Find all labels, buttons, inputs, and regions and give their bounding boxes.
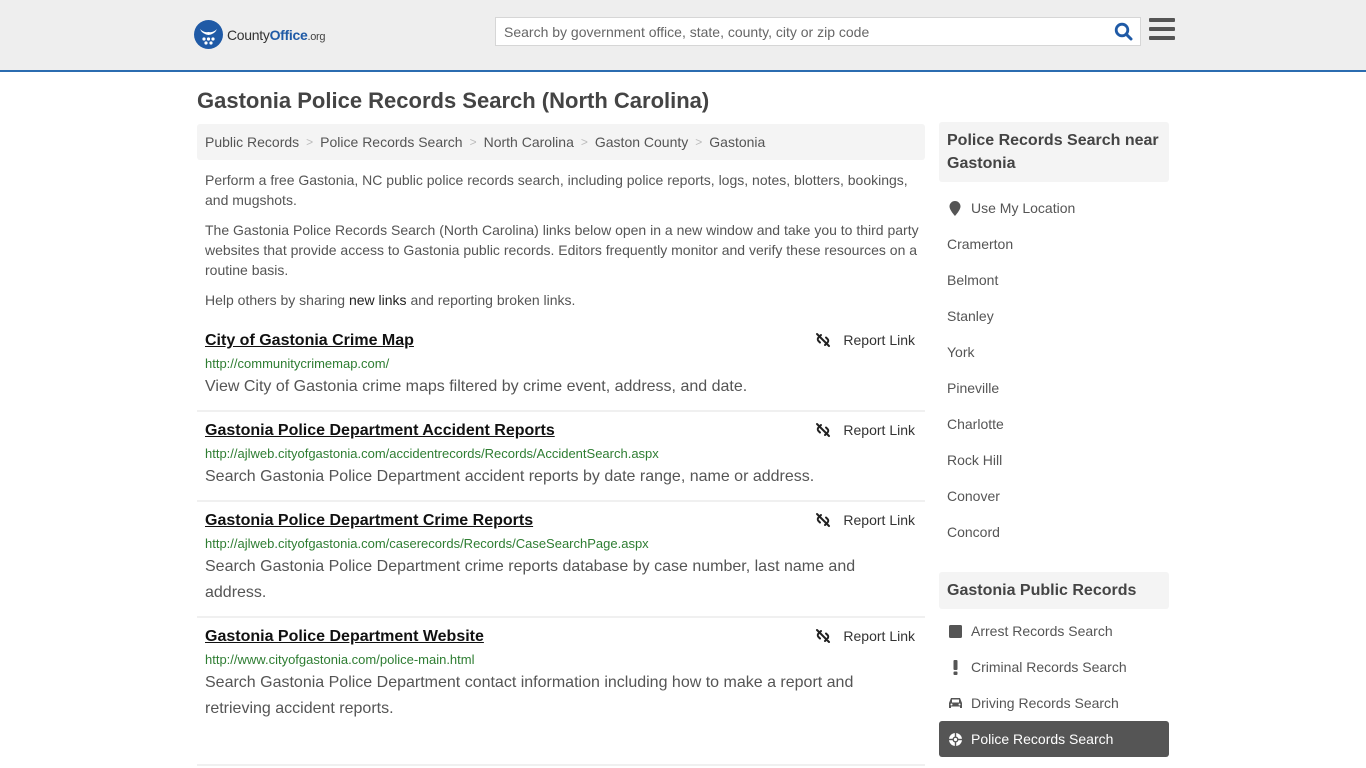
- city-link-rock-hill[interactable]: Rock Hill: [947, 452, 1002, 468]
- result-description: Search Gastonia Police Department accide…: [205, 468, 815, 485]
- report-link-button[interactable]: Report Link: [815, 628, 915, 644]
- broken-link-icon: [816, 423, 831, 437]
- report-link-button[interactable]: Report Link: [815, 422, 915, 438]
- sidebar: Police Records Search near Gastonia Use …: [939, 122, 1169, 757]
- city-link-concord[interactable]: Concord: [947, 524, 1000, 540]
- breadcrumb-north-carolina[interactable]: North Carolina: [484, 134, 574, 150]
- nearby-city-item: Pineville: [947, 370, 1169, 406]
- use-my-location-item: Use My Location: [947, 190, 1169, 226]
- public-record-item: Driving Records Search: [939, 685, 1169, 721]
- criminal-records-link[interactable]: Criminal Records Search: [971, 659, 1127, 675]
- report-link-button[interactable]: Report Link: [815, 332, 915, 348]
- result-url: http://www.cityofgastonia.com/police-mai…: [205, 652, 475, 667]
- breadcrumb-separator: >: [306, 135, 314, 149]
- nearby-list: Use My Location Cramerton Belmont Stanle…: [939, 182, 1169, 550]
- exclamation-icon: [947, 659, 963, 675]
- result-item: Gastonia Police Department Accident Repo…: [197, 412, 925, 502]
- logo[interactable]: CountyOffice.org: [194, 20, 326, 49]
- broken-link-icon: [816, 333, 831, 347]
- hamburger-menu-icon: [1149, 18, 1175, 22]
- map-marker-icon: [947, 200, 963, 216]
- city-link-pineville[interactable]: Pineville: [947, 380, 999, 396]
- breadcrumb-public-records[interactable]: Public Records: [205, 134, 299, 150]
- nearby-city-item: Concord: [947, 514, 1169, 550]
- result-description: Search Gastonia Police Department crime …: [205, 558, 856, 601]
- intro-paragraph-3: Help others by sharing new links and rep…: [205, 292, 576, 308]
- city-link-york[interactable]: York: [947, 344, 975, 360]
- site-header: CountyOffice.org: [0, 0, 1366, 72]
- report-link-button[interactable]: Report Link: [815, 512, 915, 528]
- breadcrumb-gastonia[interactable]: Gastonia: [709, 134, 765, 150]
- results-list: City of Gastonia Crime Map http://commun…: [197, 322, 925, 766]
- logo-eagle-icon: [194, 20, 223, 49]
- search-input[interactable]: [496, 18, 1106, 45]
- public-record-item: Arrest Records Search: [939, 613, 1169, 649]
- breadcrumb-police-records-search[interactable]: Police Records Search: [320, 134, 462, 150]
- result-title-link[interactable]: Gastonia Police Department Website: [205, 627, 484, 647]
- result-title-link[interactable]: Gastonia Police Department Crime Reports: [205, 511, 533, 531]
- arrest-records-link[interactable]: Arrest Records Search: [971, 623, 1113, 639]
- police-records-link[interactable]: Police Records Search: [971, 731, 1113, 747]
- result-item: Gastonia Police Department Website http:…: [197, 618, 925, 766]
- breadcrumb-separator: >: [469, 135, 477, 149]
- search-button[interactable]: [1106, 18, 1140, 45]
- nearby-heading: Police Records Search near Gastonia: [939, 122, 1169, 182]
- intro-paragraph-2: The Gastonia Police Records Search (Nort…: [205, 222, 919, 278]
- result-description: Search Gastonia Police Department contac…: [205, 674, 854, 717]
- broken-link-icon: [816, 629, 831, 643]
- breadcrumb-separator: >: [580, 135, 588, 149]
- city-link-charlotte[interactable]: Charlotte: [947, 416, 1004, 432]
- city-link-cramerton[interactable]: Cramerton: [947, 236, 1013, 252]
- result-item: Gastonia Police Department Crime Reports…: [197, 502, 925, 618]
- public-record-item-active: Police Records Search: [939, 721, 1169, 757]
- public-records-heading: Gastonia Public Records: [939, 572, 1169, 609]
- city-link-stanley[interactable]: Stanley: [947, 308, 994, 324]
- square-icon: [947, 624, 963, 638]
- result-item: City of Gastonia Crime Map http://commun…: [197, 322, 925, 412]
- broken-link-icon: [816, 513, 831, 527]
- driving-records-link[interactable]: Driving Records Search: [971, 695, 1119, 711]
- search-box: [495, 17, 1141, 46]
- result-title-link[interactable]: City of Gastonia Crime Map: [205, 331, 414, 351]
- result-url: http://ajlweb.cityofgastonia.com/caserec…: [205, 536, 649, 551]
- result-url: http://communitycrimemap.com/: [205, 356, 390, 371]
- crosshair-icon: [947, 731, 963, 747]
- public-record-item: Criminal Records Search: [939, 649, 1169, 685]
- breadcrumb-separator: >: [695, 135, 703, 149]
- result-title-link[interactable]: Gastonia Police Department Accident Repo…: [205, 421, 555, 441]
- search-icon: [1114, 22, 1132, 41]
- new-links-link[interactable]: new links: [349, 292, 407, 308]
- use-my-location-link[interactable]: Use My Location: [971, 200, 1075, 216]
- intro-paragraph-1: Perform a free Gastonia, NC public polic…: [205, 172, 908, 208]
- nearby-city-item: Conover: [947, 478, 1169, 514]
- public-records-list: Arrest Records Search Criminal Records S…: [939, 609, 1169, 757]
- city-link-belmont[interactable]: Belmont: [947, 272, 998, 288]
- logo-text: CountyOffice.org: [227, 26, 326, 43]
- nearby-city-item: Cramerton: [947, 226, 1169, 262]
- intro-text: Perform a free Gastonia, NC public polic…: [205, 170, 920, 320]
- nearby-city-item: Belmont: [947, 262, 1169, 298]
- breadcrumb-gaston-county[interactable]: Gaston County: [595, 134, 688, 150]
- page-title: Gastonia Police Records Search (North Ca…: [197, 88, 710, 113]
- nearby-city-item: Stanley: [947, 298, 1169, 334]
- result-description: View City of Gastonia crime maps filtere…: [205, 378, 748, 395]
- nearby-city-item: Charlotte: [947, 406, 1169, 442]
- city-link-conover[interactable]: Conover: [947, 488, 1000, 504]
- breadcrumb: Public Records > Police Records Search >…: [197, 124, 925, 160]
- nearby-city-item: Rock Hill: [947, 442, 1169, 478]
- car-icon: [947, 697, 963, 709]
- nearby-city-item: York: [947, 334, 1169, 370]
- result-url: http://ajlweb.cityofgastonia.com/acciden…: [205, 446, 659, 461]
- hamburger-menu-button[interactable]: [1149, 18, 1175, 42]
